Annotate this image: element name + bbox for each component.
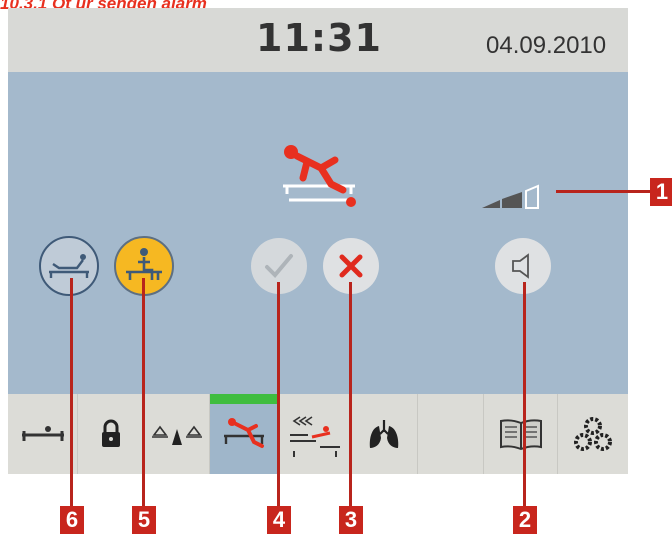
callout-1: 1 bbox=[650, 178, 672, 206]
bottom-tab-bar bbox=[8, 394, 628, 474]
tab-settings[interactable] bbox=[558, 394, 628, 474]
bed-exit-alarm-icon bbox=[273, 138, 363, 218]
lock-icon bbox=[101, 419, 120, 447]
manual-icon bbox=[499, 419, 542, 451]
tab-scale[interactable] bbox=[144, 394, 210, 474]
bed-position-icon bbox=[21, 426, 64, 441]
bed-exit-icon bbox=[223, 418, 264, 448]
callout-6-line bbox=[70, 278, 73, 506]
callout-4: 4 bbox=[267, 506, 291, 534]
cross-icon bbox=[339, 254, 363, 278]
trend-icon bbox=[289, 416, 340, 457]
callout-6: 6 bbox=[60, 506, 84, 534]
bed-monitor-button[interactable] bbox=[39, 236, 99, 296]
bed-occupancy-monitor-icon bbox=[49, 254, 89, 278]
tab-lock[interactable] bbox=[78, 394, 144, 474]
tab-empty[interactable] bbox=[418, 394, 484, 474]
speaker-icon bbox=[512, 253, 529, 279]
callout-5-line bbox=[142, 278, 145, 506]
status-bar: 11:31 04.09.2010 bbox=[8, 8, 628, 72]
callout-1-line bbox=[556, 190, 652, 193]
checkmark-icon bbox=[265, 254, 293, 278]
lungs-icon bbox=[369, 420, 398, 448]
callout-3: 3 bbox=[339, 506, 363, 534]
device-screen: 11:31 04.09.2010 bbox=[8, 8, 628, 474]
callout-2-line bbox=[523, 282, 526, 506]
tab-lungs[interactable] bbox=[350, 394, 418, 474]
tab-bed-position[interactable] bbox=[8, 394, 78, 474]
tab-manual[interactable] bbox=[484, 394, 558, 474]
settings-icon bbox=[574, 417, 612, 451]
tab-bed-exit[interactable] bbox=[210, 394, 280, 474]
active-tab-indicator bbox=[210, 394, 280, 404]
clock-date: 04.09.2010 bbox=[486, 32, 607, 59]
clock-time: 11:31 bbox=[256, 16, 382, 60]
callout-3-line bbox=[349, 282, 352, 506]
callout-5: 5 bbox=[132, 506, 156, 534]
volume-level-icon bbox=[482, 182, 562, 212]
callout-2: 2 bbox=[513, 506, 537, 534]
scale-icon bbox=[151, 425, 202, 445]
tab-trend[interactable] bbox=[280, 394, 350, 474]
callout-4-line bbox=[277, 282, 280, 506]
